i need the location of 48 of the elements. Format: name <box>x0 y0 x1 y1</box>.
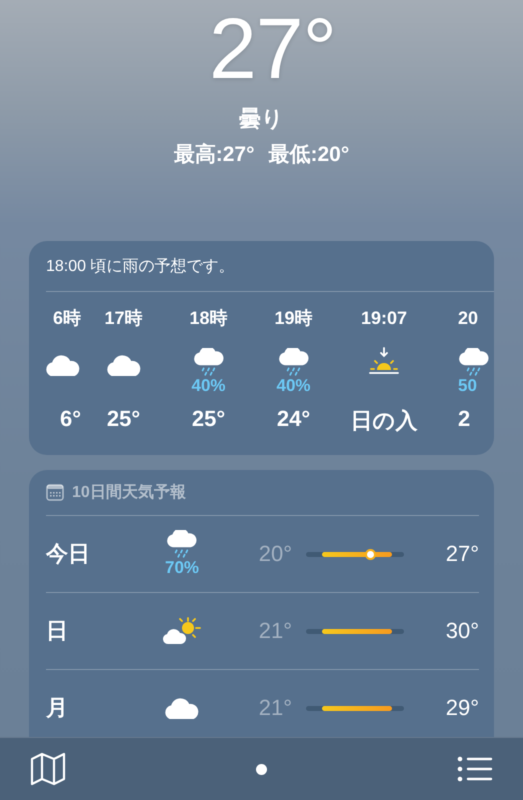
day-label: 日 <box>46 617 69 646</box>
hour-temperature: 2 <box>458 406 470 432</box>
sun-behind-cloud-icon <box>162 616 202 646</box>
hour-label: 20 <box>458 307 478 330</box>
temperature-range-bar <box>322 706 392 711</box>
rain-chance: 50 <box>458 376 477 396</box>
list-icon <box>457 756 493 782</box>
map-icon <box>30 752 66 786</box>
hour-temperature: 24° <box>276 406 310 432</box>
cloud-icon <box>106 354 142 376</box>
hour-temperature: 25° <box>192 406 226 432</box>
low-temperature: 21° <box>258 618 293 644</box>
sunset-icon <box>366 346 402 376</box>
low-temperature: 21° <box>258 695 293 722</box>
map-button[interactable] <box>30 752 66 786</box>
current-temperature: 27° <box>208 6 336 92</box>
rain-cloud-icon <box>192 348 224 376</box>
day-label: 今日 <box>46 540 91 568</box>
hour-label: 19:07 <box>360 307 408 330</box>
high-temperature: 30° <box>444 618 479 644</box>
rain-cloud-icon <box>278 348 310 376</box>
page-indicator[interactable] <box>256 764 267 774</box>
high-temperature: 27° <box>444 541 479 568</box>
cloud-icon <box>45 354 81 376</box>
hour-temperature: 日の入 <box>350 407 418 436</box>
rain-chance: 70% <box>164 558 200 578</box>
rain-chance: 40% <box>191 376 226 396</box>
rain-cloud-icon <box>166 530 198 558</box>
high-temperature: 29° <box>444 695 479 722</box>
temperature-range-bar <box>322 628 392 634</box>
hour-temperature: 6° <box>60 406 81 432</box>
rain-cloud-icon <box>458 348 490 376</box>
forecast-summary: 18:00 頃に雨の予想です。 <box>46 257 494 292</box>
high-temperature: 最高:27° <box>174 142 254 168</box>
hour-label: 19時 <box>274 307 313 330</box>
section-title: 10日間天気予報 <box>72 482 186 504</box>
low-temperature: 最低:20° <box>268 142 350 168</box>
low-temperature: 20° <box>258 541 293 568</box>
hour-label: 6時 <box>52 307 81 330</box>
hour-label: 18時 <box>189 307 228 330</box>
calendar-icon <box>46 484 64 502</box>
day-label: 月 <box>46 694 69 722</box>
hour-temperature: 25° <box>106 406 140 432</box>
rain-chance: 40% <box>276 376 311 396</box>
cloud-icon <box>164 698 200 720</box>
hour-label: 17時 <box>104 307 143 330</box>
list-button[interactable] <box>457 756 493 782</box>
condition-text: 曇り <box>239 106 284 132</box>
